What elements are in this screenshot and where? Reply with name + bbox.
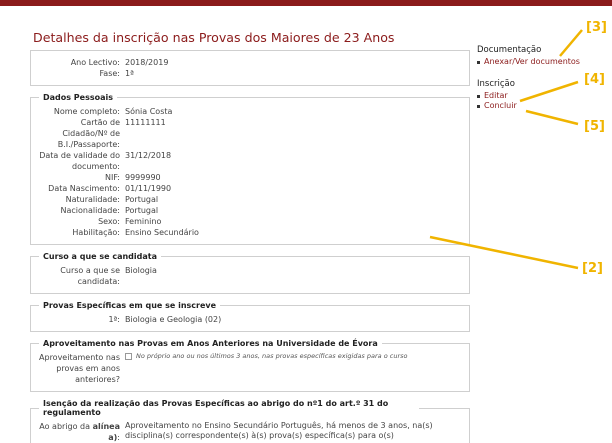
field-value: 31/12/2018 <box>125 151 172 160</box>
field-label: Data de validade do documento: <box>39 151 120 171</box>
table-row: Data de validade do documento: 31/12/2018 <box>37 150 463 172</box>
field-value: Ensino Secundário <box>125 228 199 237</box>
bullet-icon <box>477 104 480 108</box>
editar-link[interactable]: Editar <box>484 91 508 101</box>
field-label: Cartão de Cidadão/Nº de B.I./Passaporte: <box>57 118 120 149</box>
callout-4: [4] <box>584 72 605 87</box>
field-value: 9999990 <box>125 173 161 182</box>
fase-label: Fase: <box>99 69 120 78</box>
isencao-label-prefix: Ao abrigo da <box>39 422 91 431</box>
table-row: Nome completo: Sónia Costa <box>37 106 463 117</box>
concluir-link[interactable]: Concluir <box>484 101 517 111</box>
list-item: Concluir <box>477 101 612 111</box>
list-item: Anexar/Ver documentos <box>477 57 612 67</box>
field-value: Feminino <box>125 217 162 226</box>
ano-lectivo-row: Ano Lectivo: 2018/2019 <box>37 57 463 68</box>
table-row: Nacionalidade: Portugal <box>37 205 463 216</box>
provas-row: 1ª: Biologia e Geologia (02) <box>37 314 463 325</box>
table-row: Data Nascimento: 01/11/1990 <box>37 183 463 194</box>
isencao-box: Isenção da realização das Provas Específ… <box>30 399 470 443</box>
isencao-label: Ao abrigo da alínea a): <box>37 421 125 443</box>
aproveitamento-legend: Aproveitamento nas Provas em Anos Anteri… <box>43 339 378 348</box>
field-label: Nome completo: <box>53 107 120 116</box>
field-label: Nacionalidade: <box>60 206 121 215</box>
page-title: Detalhes da inscrição nas Provas dos Mai… <box>33 30 395 45</box>
anexar-documentos-link[interactable]: Anexar/Ver documentos <box>484 57 580 67</box>
field-value: 01/11/1990 <box>125 184 172 193</box>
aproveitamento-box: Aproveitamento nas Provas em Anos Anteri… <box>30 339 470 392</box>
provas-legend: Provas Específicas em que se inscreve <box>43 301 217 310</box>
isencao-legend: Isenção da realização das Provas Específ… <box>43 399 389 417</box>
isencao-label-bold: alínea a) <box>92 422 120 442</box>
callout-5: [5] <box>584 119 605 134</box>
field-value: Portugal <box>125 195 159 204</box>
summary-box: Ano Lectivo: 2018/2019 Fase: 1ª <box>30 50 470 86</box>
list-item: Editar <box>477 91 612 101</box>
aproveitamento-option[interactable]: No próprio ano ou nos últimos 3 anos, na… <box>125 352 408 360</box>
curso-value: Biologia <box>125 266 157 275</box>
documentacao-title: Documentação <box>477 45 542 55</box>
table-row: Habilitação: Ensino Secundário <box>37 227 463 238</box>
documentacao-list: Anexar/Ver documentos <box>477 57 612 67</box>
table-row: Cartão de Cidadão/Nº de B.I./Passaporte:… <box>37 117 463 150</box>
curso-row: Curso a que se candidata: Biologia <box>37 265 463 287</box>
callout-3: [3] <box>586 20 607 35</box>
table-row: Sexo: Feminino <box>37 216 463 227</box>
callout-line-5 <box>525 109 579 126</box>
main-content: Ano Lectivo: 2018/2019 Fase: 1ª Dados Pe… <box>30 50 470 443</box>
table-row: NIF: 9999990 <box>37 172 463 183</box>
field-label: Naturalidade: <box>65 195 120 204</box>
isencao-label-suffix: : <box>117 433 120 442</box>
inscricao-list: Editar Concluir <box>477 91 612 111</box>
ano-lectivo-value: 2018/2019 <box>125 58 169 67</box>
top-brand-bar <box>0 0 612 6</box>
curso-box: Curso a que se candidata Curso a que se … <box>30 252 470 294</box>
dados-pessoais-box: Dados Pessoais Nome completo: Sónia Costa… <box>30 93 470 245</box>
aproveitamento-note: No próprio ano ou nos últimos 3 anos, na… <box>136 352 408 360</box>
field-label: NIF: <box>104 173 120 182</box>
provas-label: 1ª: <box>108 315 120 324</box>
bullet-icon <box>477 94 480 98</box>
callout-2: [2] <box>582 261 603 276</box>
isencao-value: Aproveitamento no Ensino Secundário Port… <box>125 421 433 440</box>
fase-row: Fase: 1ª <box>37 68 463 79</box>
field-value: Sónia Costa <box>125 107 173 116</box>
table-row: Naturalidade: Portugal <box>37 194 463 205</box>
field-label: Data Nascimento: <box>48 184 120 193</box>
aproveitamento-label: Aproveitamento nas provas em anos anteri… <box>39 353 120 384</box>
provas-value: Biologia e Geologia (02) <box>125 315 222 324</box>
curso-legend: Curso a que se candidata <box>43 252 157 261</box>
aproveitamento-checkbox[interactable] <box>125 353 132 360</box>
provas-box: Provas Específicas em que se inscreve 1ª… <box>30 301 470 332</box>
bullet-icon <box>477 60 480 64</box>
aproveitamento-row: Aproveitamento nas provas em anos anteri… <box>37 352 463 385</box>
curso-label: Curso a que se candidata: <box>60 266 120 286</box>
field-label: Habilitação: <box>72 228 120 237</box>
ano-lectivo-label: Ano Lectivo: <box>70 58 120 67</box>
field-value: 11111111 <box>125 118 166 127</box>
dados-pessoais-legend: Dados Pessoais <box>43 93 114 102</box>
field-label: Sexo: <box>98 217 120 226</box>
fase-value: 1ª <box>125 69 134 78</box>
isencao-row: Ao abrigo da alínea a): Aproveitamento n… <box>37 421 463 443</box>
field-value: Portugal <box>125 206 159 215</box>
